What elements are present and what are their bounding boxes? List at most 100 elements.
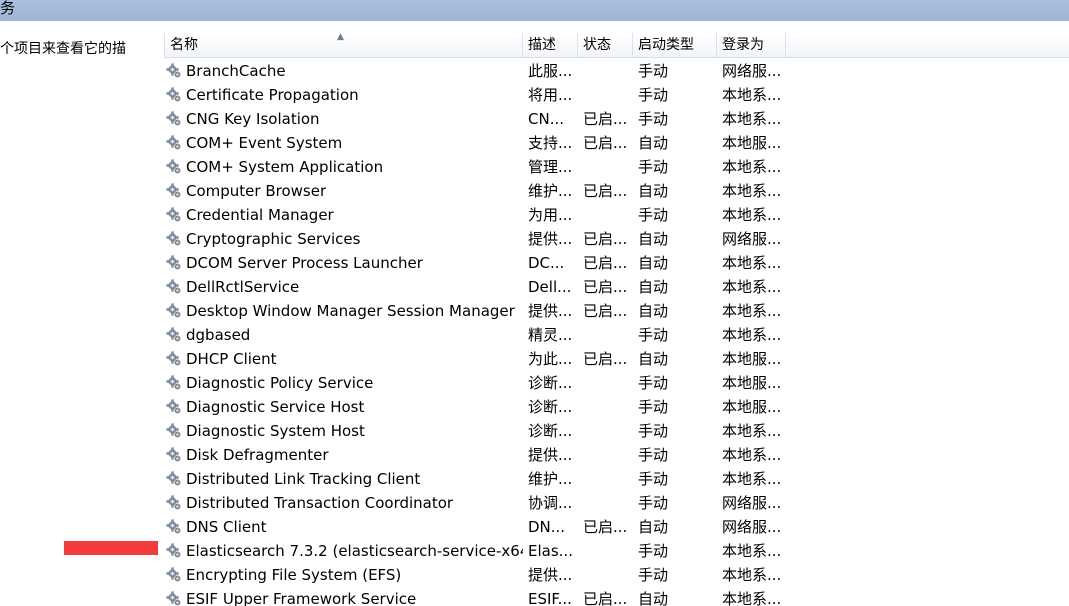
service-startup-type: 手动 xyxy=(638,542,669,560)
service-startup-type: 自动 xyxy=(638,230,669,248)
service-name: Diagnostic Service Host xyxy=(186,398,365,416)
service-status xyxy=(578,59,633,83)
service-logon-as: 网络服... xyxy=(722,62,782,80)
table-row[interactable]: DNS Client DN... 已启... 自动 网络服... xyxy=(164,515,797,539)
service-status xyxy=(578,323,633,347)
service-logon-as: 本地服... xyxy=(722,350,782,368)
service-status xyxy=(578,563,633,587)
sort-ascending-icon: ▲ xyxy=(337,32,344,42)
gear-icon xyxy=(166,111,181,126)
column-logon-label: 登录为 xyxy=(722,37,764,53)
service-name-cell: ESIF Upper Framework Service xyxy=(164,587,523,606)
gear-icon xyxy=(166,591,181,606)
table-row[interactable]: Diagnostic Service Host 诊断... 手动 本地服... xyxy=(164,395,797,419)
table-row[interactable]: dgbased 精灵... 手动 本地系... xyxy=(164,323,797,347)
service-startup-type: 手动 xyxy=(638,86,669,104)
service-logon-as: 本地系... xyxy=(722,326,782,344)
service-description: 维护... xyxy=(528,470,573,488)
table-row[interactable]: Credential Manager 为用... 手动 本地系... xyxy=(164,203,797,227)
table-row[interactable]: Diagnostic System Host 诊断... 手动 本地系... xyxy=(164,419,797,443)
service-status xyxy=(578,371,633,395)
table-row[interactable]: COM+ System Application 管理... 手动 本地系... xyxy=(164,155,797,179)
table-row[interactable]: COM+ Event System 支持... 已启... 自动 本地服... xyxy=(164,131,797,155)
table-row[interactable]: Desktop Window Manager Session Manager 提供… xyxy=(164,299,797,323)
table-row[interactable]: Cryptographic Services 提供... 已启... 自动 网络服... xyxy=(164,227,797,251)
column-startup-label: 启动类型 xyxy=(638,37,694,53)
table-row[interactable]: Distributed Transaction Coordinator 协调...… xyxy=(164,491,797,515)
service-logon-as: 网络服... xyxy=(722,230,782,248)
service-logon-as: 本地服... xyxy=(722,134,782,152)
service-name-cell: Diagnostic Policy Service xyxy=(164,371,523,395)
service-status: 已启... xyxy=(583,182,628,200)
service-logon-as: 本地系... xyxy=(722,470,782,488)
service-logon-as: 本地系... xyxy=(722,110,782,128)
service-name: BranchCache xyxy=(186,62,286,80)
service-name: Desktop Window Manager Session Manager xyxy=(186,302,515,320)
table-row[interactable]: DHCP Client 为此... 已启... 自动 本地服... xyxy=(164,347,797,371)
table-row[interactable]: Encrypting File System (EFS) 提供... 手动 本地系..… xyxy=(164,563,797,587)
gear-icon xyxy=(166,327,181,342)
service-description: 精灵... xyxy=(528,326,573,344)
column-name[interactable]: 名称 ▲ xyxy=(164,32,523,57)
service-startup-type: 自动 xyxy=(638,590,669,606)
service-startup-type: 手动 xyxy=(638,62,669,80)
service-startup-type: 手动 xyxy=(638,158,669,176)
service-description: 诊断... xyxy=(528,374,573,392)
gear-icon xyxy=(166,135,181,150)
service-startup-type: 手动 xyxy=(638,374,669,392)
service-status: 已启... xyxy=(583,278,628,296)
table-row[interactable]: BranchCache 此服... 手动 网络服... xyxy=(164,59,797,83)
service-logon-as: 本地服... xyxy=(722,374,782,392)
service-name: Credential Manager xyxy=(186,206,334,224)
services-list[interactable]: 名称 ▲ 描述 状态 启动类型 登录为 BranchCache 此服... 手动 网络… xyxy=(158,21,1069,606)
service-startup-type: 手动 xyxy=(638,470,669,488)
table-row[interactable]: DCOM Server Process Launcher DC... 已启... 自动… xyxy=(164,251,797,275)
gear-icon xyxy=(166,423,181,438)
table-row[interactable]: Diagnostic Policy Service 诊断... 手动 本地服... xyxy=(164,371,797,395)
service-name: Diagnostic Policy Service xyxy=(186,374,374,392)
table-row[interactable]: Computer Browser 维护... 已启... 自动 本地系... xyxy=(164,179,797,203)
service-logon-as: 本地系... xyxy=(722,542,782,560)
service-description: Dell... xyxy=(528,278,572,296)
gear-icon xyxy=(166,471,181,486)
column-header: 名称 ▲ 描述 状态 启动类型 登录为 xyxy=(164,32,1069,58)
service-name-cell: Diagnostic Service Host xyxy=(164,395,523,419)
service-status xyxy=(578,491,633,515)
service-name: DNS Client xyxy=(186,518,267,536)
service-startup-type: 自动 xyxy=(638,518,669,536)
service-name-cell: BranchCache xyxy=(164,59,523,83)
service-description: 为用... xyxy=(528,206,573,224)
table-row[interactable]: Distributed Link Tracking Client 维护... 手动 本… xyxy=(164,467,797,491)
service-startup-type: 自动 xyxy=(638,278,669,296)
table-row[interactable]: Certificate Propagation 将用... 手动 本地系... xyxy=(164,83,797,107)
service-status xyxy=(578,155,633,179)
service-name: Certificate Propagation xyxy=(186,86,359,104)
gear-icon xyxy=(166,183,181,198)
service-name: DellRctlService xyxy=(186,278,300,296)
table-row[interactable]: ESIF Upper Framework Service ESIF... 已启...… xyxy=(164,587,797,606)
service-description: CN... xyxy=(528,110,564,128)
column-name-label: 名称 xyxy=(170,37,198,53)
column-logon-as[interactable]: 登录为 xyxy=(717,33,786,57)
service-name-cell: DellRctlService xyxy=(164,275,523,299)
service-name: Encrypting File System (EFS) xyxy=(186,566,402,584)
gear-icon xyxy=(166,159,181,174)
table-row[interactable]: CNG Key Isolation CN... 已启... 手动 本地系... xyxy=(164,107,797,131)
table-row[interactable]: Disk Defragmenter 提供... 手动 本地系... xyxy=(164,443,797,467)
column-description[interactable]: 描述 xyxy=(523,33,578,57)
service-logon-as: 本地系... xyxy=(722,182,782,200)
service-name: Elasticsearch 7.3.2 (elasticsearch-servi… xyxy=(186,542,523,560)
service-status: 已启... xyxy=(583,230,628,248)
service-description: ESIF... xyxy=(528,590,572,606)
service-name: Disk Defragmenter xyxy=(186,446,329,464)
service-logon-as: 本地系... xyxy=(722,590,782,606)
gear-icon xyxy=(166,495,181,510)
service-name: Diagnostic System Host xyxy=(186,422,365,440)
column-startup-type[interactable]: 启动类型 xyxy=(633,33,717,57)
service-startup-type: 手动 xyxy=(638,494,669,512)
service-description: 将用... xyxy=(528,86,573,104)
table-row[interactable]: Elasticsearch 7.3.2 (elasticsearch-servi… xyxy=(164,539,797,563)
service-logon-as: 本地系... xyxy=(722,422,782,440)
table-row[interactable]: DellRctlService Dell... 已启... 自动 本地系... xyxy=(164,275,797,299)
column-status[interactable]: 状态 xyxy=(578,33,633,57)
